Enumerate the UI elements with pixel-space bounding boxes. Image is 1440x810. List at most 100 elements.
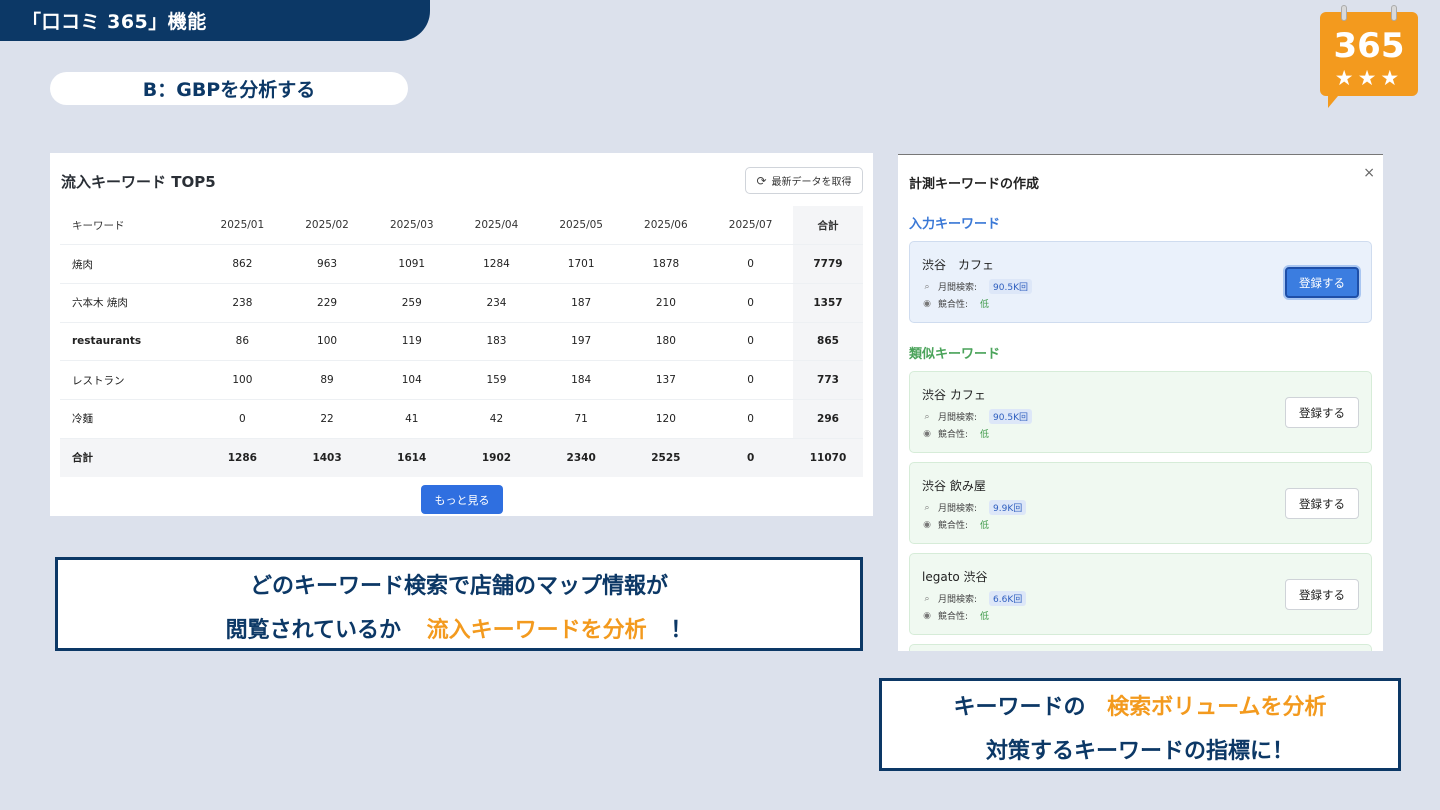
search-icon: ⌕	[924, 281, 930, 292]
table-cell: 焼肉	[60, 244, 200, 284]
table-cell: 862	[200, 244, 285, 284]
competition-label: 競合性:	[938, 300, 969, 310]
input-keyword-heading: 入力キーワード	[909, 217, 1001, 232]
table-cell: 1878	[623, 244, 709, 284]
header-banner: 「口コミ 365」機能	[0, 0, 430, 41]
table-cell: 71	[538, 399, 624, 439]
monthly-search-row: ⌕ 月間検索: 90.5K回	[922, 279, 1032, 294]
table-cell: 冷麺	[60, 399, 200, 439]
table-cell: 0	[708, 438, 793, 477]
keyword-name: 渋谷 カフェ	[922, 388, 986, 402]
column-header-total: 合計	[793, 206, 863, 246]
table-cell: 120	[623, 399, 709, 439]
column-header: キーワード	[60, 206, 200, 246]
table-cell: 六本木 焼肉	[60, 283, 200, 323]
register-button[interactable]: 登録する	[1285, 488, 1359, 519]
table-cell: 1286	[200, 438, 285, 477]
competition-row: ◉ 競合性: 低	[922, 518, 990, 532]
table-cell: 86	[200, 322, 285, 362]
table-cell: 2525	[623, 438, 709, 477]
table-cell: 2340	[538, 438, 624, 477]
inflow-keyword-panel: 流入キーワード TOP5 ⟳ 最新データを取得 キーワード 2025/01 20…	[50, 153, 873, 516]
table-cell: 183	[454, 322, 539, 362]
refresh-label: 最新データを取得	[771, 177, 852, 188]
close-icon[interactable]: ×	[1363, 165, 1375, 181]
table-cell: 0	[708, 360, 793, 400]
table-cell: 137	[623, 360, 709, 400]
table-total-row: 合計 1286 1403 1614 1902 2340 2525 0 11070	[60, 438, 863, 477]
monthly-label: 月間検索:	[938, 595, 978, 605]
table-cell: 42	[454, 399, 539, 439]
input-keyword-card: 渋谷 カフェ ⌕ 月間検索: 90.5K回 ◉ 競合性: 低 登録する	[909, 241, 1372, 323]
table-cell: 187	[538, 283, 624, 323]
table-cell: restaurants	[60, 322, 200, 362]
caption-line: キーワードの 検索ボリュームを分析	[882, 689, 1398, 721]
table-cell: 259	[369, 283, 455, 323]
table-cell-total: 865	[793, 322, 863, 362]
competition-row: ◉ 競合性: 低	[922, 427, 989, 441]
section-pill: B：GBPを分析する	[50, 72, 408, 105]
table-cell: 963	[284, 244, 370, 284]
register-button[interactable]: 登録する	[1285, 579, 1359, 610]
search-volume: 90.5K回	[989, 409, 1032, 424]
search-volume: 6.6K回	[989, 591, 1027, 606]
table-cell-total: 7779	[793, 244, 863, 284]
caption-line: 閲覧されているか 流入キーワードを分析 ！	[58, 612, 860, 644]
caption-line: どのキーワード検索で店舗のマップ情報が	[249, 574, 668, 599]
panel-title: 計測キーワードの作成	[909, 177, 1040, 192]
column-header: 2025/06	[623, 206, 709, 246]
table-cell-total: 11070	[793, 438, 863, 477]
caption-line: 対策するキーワードの指標に！	[985, 739, 1294, 764]
table-cell: 100	[200, 360, 285, 400]
keyword-name: 渋谷 カフェ	[922, 258, 995, 272]
competition-icon: ◉	[923, 428, 931, 439]
monthly-label: 月間検索:	[938, 283, 978, 293]
table-row: restaurants 86 100 119 183 197 180 0 865	[60, 322, 863, 362]
table-cell-total: 296	[793, 399, 863, 439]
table-cell: 1403	[284, 438, 370, 477]
table-cell: 1284	[454, 244, 539, 284]
table-cell-total: 773	[793, 360, 863, 400]
competition-row: ◉ 競合性: 低	[922, 609, 989, 623]
search-volume: 90.5K回	[989, 279, 1032, 294]
table-cell: 238	[200, 283, 285, 323]
table-cell: 104	[369, 360, 455, 400]
monthly-search-row: ⌕ 月間検索: 9.9K回	[922, 500, 1027, 515]
table-row: レストラン 100 89 104 159 184 137 0 773	[60, 360, 863, 400]
refresh-data-button[interactable]: ⟳ 最新データを取得	[745, 167, 863, 194]
table-cell: 180	[623, 322, 709, 362]
show-more-button[interactable]: もっと見る	[421, 485, 503, 514]
competition-value: 低	[980, 521, 990, 531]
table-cell: 合計	[60, 438, 200, 477]
table-cell: 100	[284, 322, 370, 362]
calendar-ring-icon	[1391, 5, 1397, 21]
search-icon: ⌕	[924, 411, 930, 422]
table-cell: 197	[538, 322, 624, 362]
header-title: 「口コミ 365」機能	[22, 11, 207, 33]
monthly-search-row: ⌕ 月間検索: 90.5K回	[922, 409, 1032, 424]
caption-text: キーワードの	[953, 695, 1086, 720]
search-icon: ⌕	[924, 502, 930, 513]
register-button[interactable]: 登録する	[1285, 397, 1359, 428]
register-button[interactable]: 登録する	[1285, 267, 1359, 298]
competition-label: 競合性:	[938, 612, 969, 622]
caption-highlight: 流入キーワードを分析	[426, 618, 647, 643]
logo-stars: ★★★	[1334, 66, 1404, 90]
column-header: 2025/03	[369, 206, 455, 246]
competition-icon: ◉	[923, 610, 931, 621]
competition-label: 競合性:	[938, 430, 969, 440]
kuchikomi-365-logo: 365 ★★★	[1320, 5, 1418, 108]
table-row: 焼肉 862 963 1091 1284 1701 1878 0 7779	[60, 244, 863, 284]
caption-highlight: 検索ボリュームを分析	[1107, 695, 1327, 720]
table-cell: 0	[708, 244, 793, 284]
column-header: 2025/04	[454, 206, 539, 246]
table-row: 冷麺 0 22 41 42 71 120 0 296	[60, 399, 863, 439]
table-cell: 0	[708, 399, 793, 439]
caption-text: ！	[670, 618, 693, 643]
search-volume: 9.9K回	[989, 500, 1027, 515]
competition-value: 低	[980, 300, 990, 310]
logo-number: 365	[1333, 26, 1405, 66]
table-cell: 0	[708, 283, 793, 323]
keyword-table: キーワード 2025/01 2025/02 2025/03 2025/04 20…	[60, 206, 863, 477]
column-header: 2025/07	[708, 206, 793, 246]
